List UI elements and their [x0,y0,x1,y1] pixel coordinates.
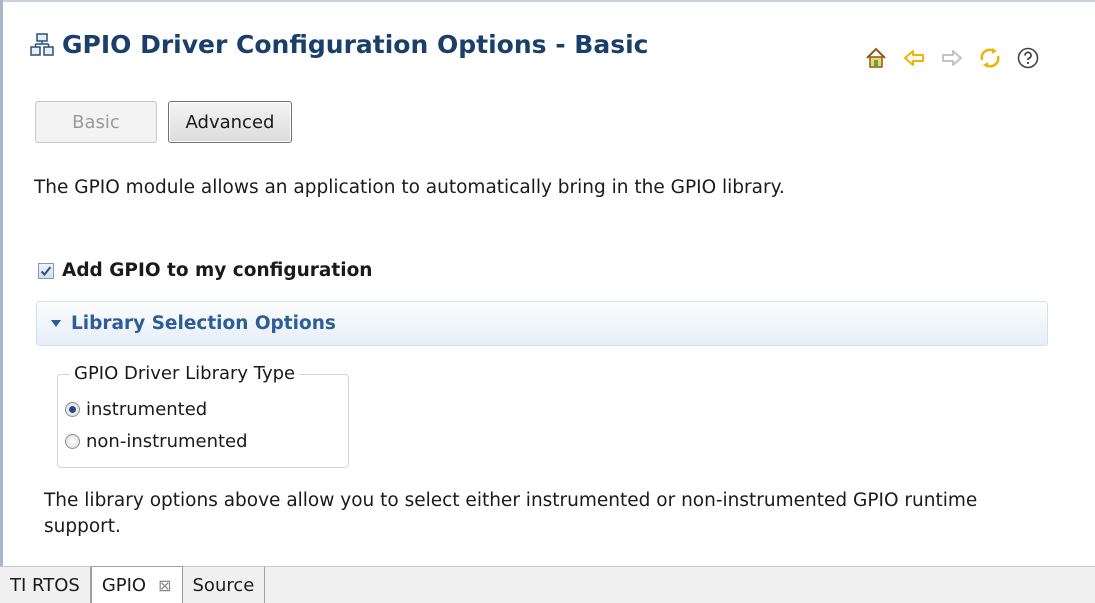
library-options-note: The library options above allow you to s… [44,490,978,537]
non-instrumented-label: non-instrumented [86,431,248,452]
header-toolbar [862,44,1042,72]
section-title: Library Selection Options [71,313,336,334]
editor-tab-bar: TI RTOS GPIO ⊠ Source [0,566,1095,603]
non-instrumented-radio[interactable] [65,434,80,449]
tab-label: GPIO [101,574,147,596]
add-gpio-option[interactable]: Add GPIO to my configuration [38,260,372,281]
instrumented-radio[interactable] [65,402,80,417]
forward-icon[interactable] [938,44,966,72]
tab-label: Source [192,574,255,596]
page-header: GPIO Driver Configuration Options - Basi… [30,30,648,59]
tab-gpio[interactable]: GPIO ⊠ [90,566,183,603]
frame-top-border [0,0,1095,2]
tab-label: TI RTOS [10,574,80,596]
module-description: The GPIO module allows an application to… [34,177,785,198]
add-gpio-checkbox[interactable] [38,262,54,279]
advanced-button[interactable]: Advanced [168,101,292,143]
configuration-icon [30,32,54,56]
library-type-legend: GPIO Driver Library Type [70,363,300,384]
add-gpio-label: Add GPIO to my configuration [62,260,373,281]
tab-ti-rtos[interactable]: TI RTOS [0,567,91,603]
home-icon[interactable] [862,44,890,72]
collapse-triangle-icon[interactable] [51,320,61,327]
radio-option-instrumented[interactable]: instrumented [65,399,207,420]
tab-source[interactable]: Source [183,567,266,603]
sync-icon[interactable] [976,44,1004,72]
frame-left-border [0,0,3,602]
back-icon[interactable] [900,44,928,72]
instrumented-label: instrumented [86,399,208,420]
library-selection-section-header[interactable]: Library Selection Options [36,301,1048,346]
library-type-group: GPIO Driver Library Type instrumented no… [57,363,349,468]
help-icon[interactable] [1014,44,1042,72]
radio-option-non-instrumented[interactable]: non-instrumented [65,431,248,452]
basic-button[interactable]: Basic [35,101,157,143]
close-icon[interactable]: ⊠ [158,576,171,595]
checkmark-icon [40,265,52,276]
page-title: GPIO Driver Configuration Options - Basi… [62,30,649,59]
